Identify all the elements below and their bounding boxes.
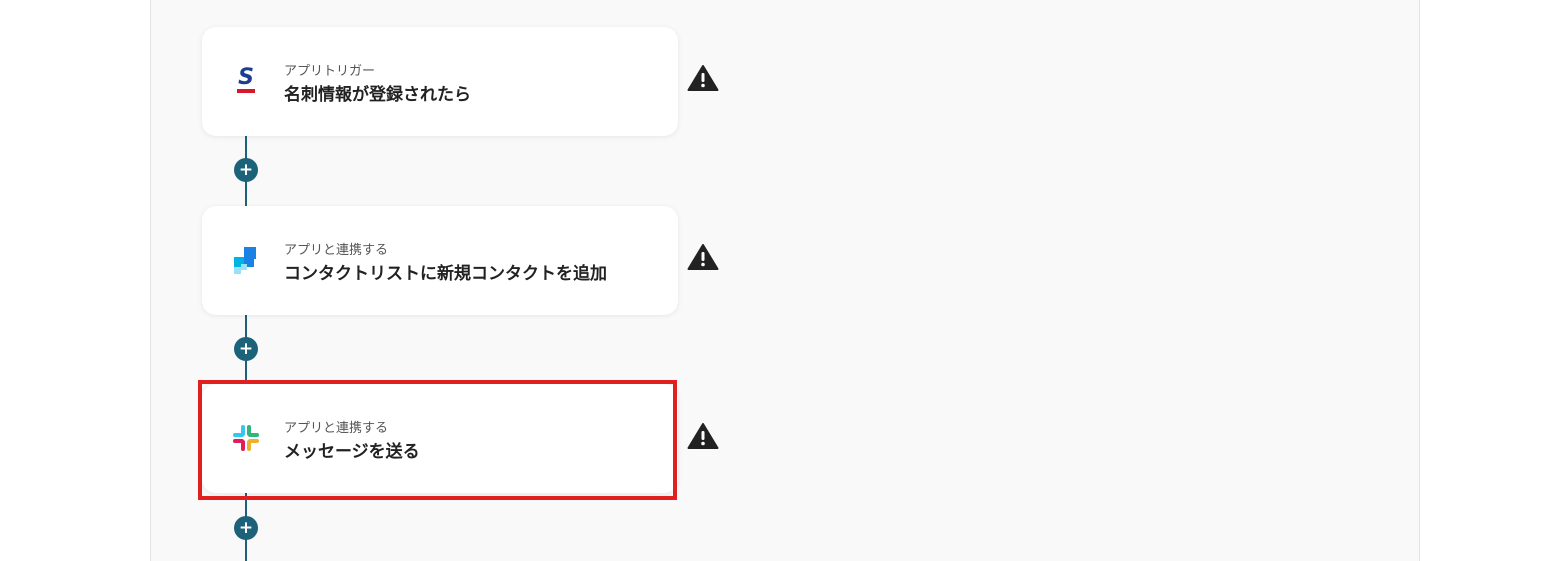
flow-step-sendgrid[interactable]: アプリと連携する コンタクトリストに新規コンタクトを追加: [202, 206, 678, 315]
step-title: 名刺情報が登録されたら: [284, 85, 471, 105]
step-caption: アプリと連携する: [284, 243, 389, 258]
add-step-button[interactable]: +: [234, 158, 258, 182]
warning-icon[interactable]: [687, 422, 719, 450]
step-title: メッセージを送る: [284, 442, 420, 462]
step-title: コンタクトリストに新規コンタクトを追加: [284, 264, 607, 284]
warning-icon[interactable]: [687, 64, 719, 92]
flow-step-slack[interactable]: アプリと連携する メッセージを送る: [202, 384, 678, 493]
add-step-button[interactable]: +: [234, 337, 258, 361]
flow-step-trigger[interactable]: S アプリトリガー 名刺情報が登録されたら: [202, 27, 678, 136]
slack-logo-icon: [230, 422, 262, 454]
step-caption: アプリトリガー: [284, 64, 376, 79]
sendgrid-logo-icon: [230, 244, 262, 276]
step-caption: アプリと連携する: [284, 421, 389, 436]
sansan-logo-icon: S: [230, 65, 262, 97]
svg-text:S: S: [238, 65, 254, 90]
warning-icon[interactable]: [687, 243, 719, 271]
add-step-button[interactable]: +: [234, 516, 258, 540]
